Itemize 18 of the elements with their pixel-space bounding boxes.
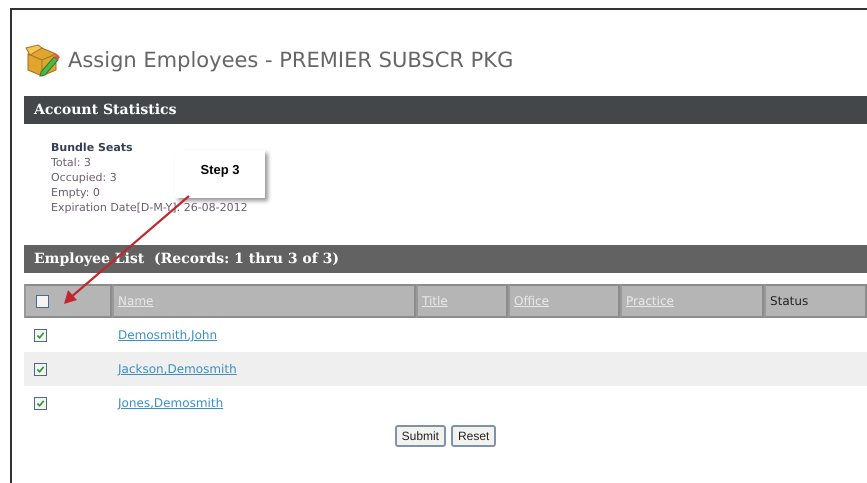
form-button[interactable]: Submit (394, 425, 446, 447)
stat-text: Total: 3 (51, 155, 91, 170)
callout: Step 3 (175, 150, 265, 198)
column-header: Status (770, 294, 808, 308)
checkbox[interactable] (36, 295, 49, 308)
package-pencil-icon (24, 42, 60, 78)
stat-text: Empty: 0 (51, 185, 100, 200)
checkbox[interactable] (34, 329, 47, 342)
employee-link[interactable]: Jones,Demosmith (118, 396, 224, 410)
section-header: Account Statistics (24, 96, 867, 124)
employee-link[interactable]: Demosmith,John (118, 328, 218, 342)
page-title: Assign Employees - PREMIER SUBSCR PKG (68, 48, 514, 72)
form-button[interactable]: Reset (451, 425, 496, 447)
checkbox[interactable] (34, 397, 47, 410)
stat-heading: Bundle Seats (51, 140, 133, 155)
stat-text: Occupied: 3 (51, 170, 117, 185)
checkbox[interactable] (34, 363, 47, 376)
employee-link[interactable]: Jackson,Demosmith (118, 362, 237, 376)
